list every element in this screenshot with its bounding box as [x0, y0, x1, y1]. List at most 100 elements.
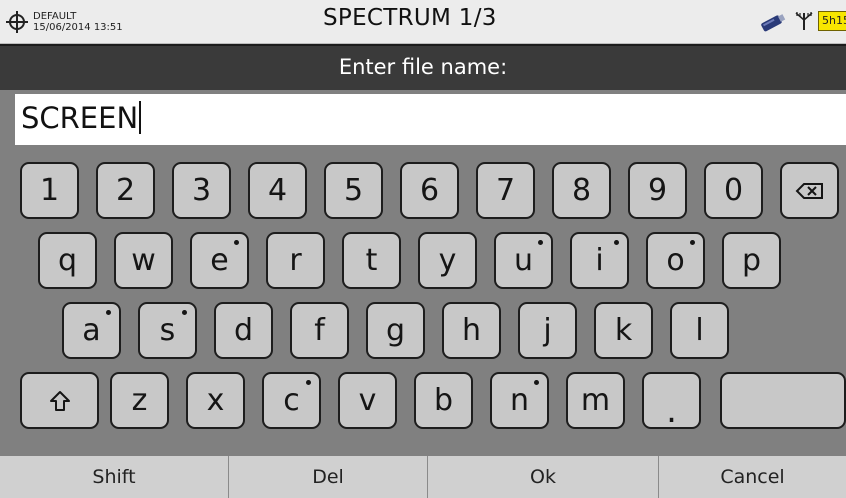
usb-stick-icon: [758, 11, 788, 33]
key-v[interactable]: v: [338, 372, 397, 429]
accent-indicator-dot: [614, 240, 619, 245]
key-space[interactable]: [720, 372, 846, 429]
key-label: n: [509, 382, 529, 418]
key-label: b: [433, 382, 454, 418]
key-p[interactable]: p: [722, 232, 781, 289]
key-label: d: [233, 312, 254, 348]
filename-input[interactable]: SCREEN: [15, 94, 846, 145]
key-label: u: [513, 242, 533, 278]
key-o[interactable]: o: [646, 232, 705, 289]
key-label: 8: [571, 172, 592, 208]
key-h[interactable]: h: [442, 302, 501, 359]
key-q[interactable]: q: [38, 232, 97, 289]
key-label: s: [159, 312, 176, 348]
softkey-cancel[interactable]: Cancel: [659, 456, 846, 498]
key-label: 3: [191, 172, 212, 208]
key-label: 1: [39, 172, 60, 208]
key-s[interactable]: s: [138, 302, 197, 359]
filename-value: SCREEN: [21, 101, 139, 135]
key-label: v: [358, 382, 377, 418]
accent-indicator-dot: [234, 240, 239, 245]
key-label: 2: [115, 172, 136, 208]
key-g[interactable]: g: [366, 302, 425, 359]
softkey-shift[interactable]: Shift: [0, 456, 229, 498]
key-period[interactable]: .: [642, 372, 701, 429]
key-b[interactable]: b: [414, 372, 473, 429]
accent-indicator-dot: [306, 380, 311, 385]
key-label: .: [666, 390, 677, 431]
key-7[interactable]: 7: [476, 162, 535, 219]
key-x[interactable]: x: [186, 372, 245, 429]
status-bar: DEFAULT 15/06/2014 13:51 SPECTRUM 1/3 5h…: [0, 0, 846, 44]
key-z[interactable]: z: [110, 372, 169, 429]
key-r[interactable]: r: [266, 232, 325, 289]
key-label: j: [543, 312, 552, 348]
accent-indicator-dot: [106, 310, 111, 315]
key-label: m: [580, 382, 611, 418]
accent-indicator-dot: [690, 240, 695, 245]
key-label: o: [666, 242, 685, 278]
backspace-icon: [795, 182, 823, 199]
key-0[interactable]: 0: [704, 162, 763, 219]
key-label: x: [206, 382, 225, 418]
key-label: r: [289, 242, 302, 278]
key-c[interactable]: c: [262, 372, 321, 429]
key-a[interactable]: a: [62, 302, 121, 359]
key-d[interactable]: d: [214, 302, 273, 359]
softkey-bar: Shift Del Ok Cancel: [0, 456, 846, 498]
key-label: 0: [723, 172, 744, 208]
key-e[interactable]: e: [190, 232, 249, 289]
key-label: 4: [267, 172, 288, 208]
accent-indicator-dot: [182, 310, 187, 315]
key-label: 6: [419, 172, 440, 208]
key-label: z: [131, 382, 148, 418]
key-6[interactable]: 6: [400, 162, 459, 219]
key-label: t: [365, 242, 378, 278]
accent-indicator-dot: [534, 380, 539, 385]
key-label: y: [438, 242, 457, 278]
text-cursor: [139, 101, 142, 134]
key-label: 9: [647, 172, 668, 208]
key-backspace[interactable]: [780, 162, 839, 219]
target-icon: [6, 11, 28, 33]
key-label: q: [57, 242, 78, 278]
key-label: l: [695, 312, 704, 348]
key-t[interactable]: t: [342, 232, 401, 289]
key-label: 7: [495, 172, 516, 208]
key-j[interactable]: j: [518, 302, 577, 359]
key-k[interactable]: k: [594, 302, 653, 359]
key-i[interactable]: i: [570, 232, 629, 289]
key-l[interactable]: l: [670, 302, 729, 359]
key-label: a: [82, 312, 101, 348]
key-label: p: [741, 242, 762, 278]
key-w[interactable]: w: [114, 232, 173, 289]
key-n[interactable]: n: [490, 372, 549, 429]
key-9[interactable]: 9: [628, 162, 687, 219]
on-screen-keyboard: 1 2 3 4 5 6 7 8 9 0 q w e r t y u i o p a s d f g h j k l z x c v b n m.: [0, 151, 846, 453]
accent-indicator-dot: [538, 240, 543, 245]
preset-name: DEFAULT: [33, 11, 77, 22]
key-m[interactable]: m: [566, 372, 625, 429]
key-f[interactable]: f: [290, 302, 349, 359]
key-y[interactable]: y: [418, 232, 477, 289]
softkey-ok[interactable]: Ok: [428, 456, 659, 498]
key-label: g: [385, 312, 406, 348]
key-1[interactable]: 1: [20, 162, 79, 219]
key-4[interactable]: 4: [248, 162, 307, 219]
key-label: c: [283, 382, 300, 418]
date-time: 15/06/2014 13:51: [33, 22, 123, 33]
key-5[interactable]: 5: [324, 162, 383, 219]
key-label: e: [210, 242, 229, 278]
key-u[interactable]: u: [494, 232, 553, 289]
key-8[interactable]: 8: [552, 162, 611, 219]
key-label: k: [614, 312, 633, 348]
antenna-icon: [793, 10, 815, 32]
shift-arrow-icon: [49, 390, 70, 411]
screen-title: SPECTRUM 1/3: [323, 5, 497, 31]
softkey-del[interactable]: Del: [229, 456, 428, 498]
key-label: f: [314, 312, 325, 348]
key-3[interactable]: 3: [172, 162, 231, 219]
key-2[interactable]: 2: [96, 162, 155, 219]
prompt-label: Enter file name:: [338, 55, 508, 79]
key-shift[interactable]: [20, 372, 99, 429]
